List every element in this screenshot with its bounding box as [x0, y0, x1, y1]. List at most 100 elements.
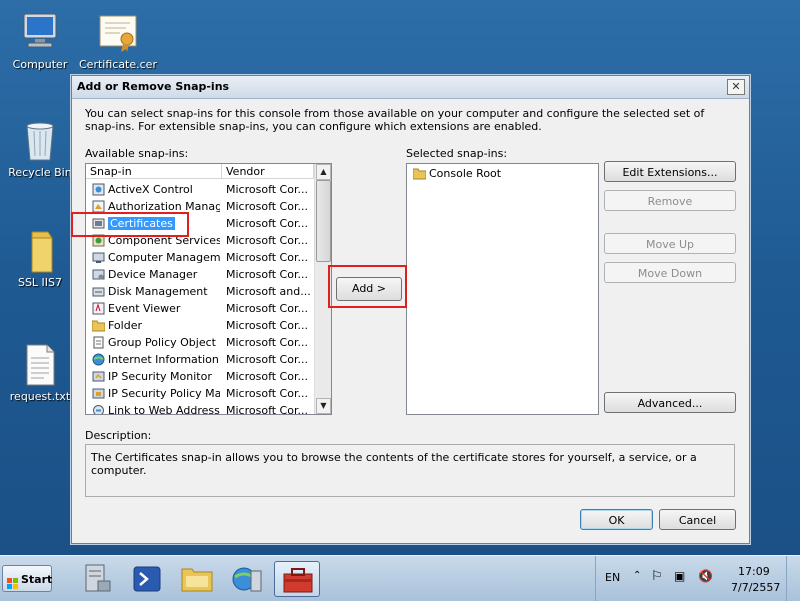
group-policy-icon [92, 336, 105, 349]
snapin-name: IP Security Monitor [108, 368, 220, 385]
snapin-vendor: Microsoft Cor... [226, 319, 308, 332]
desktop-icon-request-txt[interactable]: request.txt [0, 342, 80, 403]
desktop-icon-computer[interactable]: Computer [0, 10, 80, 71]
selected-snapins-label: Selected snap-ins: [406, 147, 508, 160]
selected-snapins-list[interactable]: Console Root [406, 163, 599, 415]
snapin-row[interactable]: Folder Microsoft Cor... [86, 317, 314, 334]
move-up-button[interactable]: Move Up [604, 233, 736, 254]
language-indicator[interactable]: EN [605, 571, 620, 584]
show-hidden-icons-icon[interactable]: ⌃ [633, 570, 641, 581]
snapin-name: Device Manager [108, 266, 220, 283]
move-down-button[interactable]: Move Down [604, 262, 736, 283]
snapin-row[interactable]: Link to Web Address Microsoft Cor... [86, 402, 314, 415]
close-button[interactable]: ✕ [727, 79, 745, 95]
snapin-vendor: Microsoft Cor... [226, 404, 308, 415]
disk-management-icon [92, 285, 105, 298]
activex-control-icon [92, 183, 105, 196]
snapin-vendor: Microsoft Cor... [226, 200, 308, 213]
highlight-add-annotation [328, 265, 407, 308]
snapin-row[interactable]: Event Viewer Microsoft Cor... [86, 300, 314, 317]
powershell-icon [133, 566, 161, 592]
dialog-titlebar[interactable]: Add or Remove Snap-ins ✕ [72, 76, 749, 99]
taskbar-server-manager[interactable] [74, 561, 120, 597]
snapin-row[interactable]: Internet Information... Microsoft Cor... [86, 351, 314, 368]
snapin-row[interactable]: ActiveX Control Microsoft Cor... [86, 181, 314, 198]
taskbar-powershell[interactable] [124, 561, 170, 597]
snapin-vendor: Microsoft Cor... [226, 353, 308, 366]
snapin-vendor: Microsoft Cor... [226, 387, 308, 400]
desktop-icon-label: request.txt [9, 390, 71, 403]
cancel-button[interactable]: Cancel [659, 509, 736, 530]
computer-management-icon [92, 251, 105, 264]
snapin-row[interactable]: IP Security Policy Ma... Microsoft Cor... [86, 385, 314, 402]
action-center-flag-icon[interactable]: ⚐ [651, 569, 663, 584]
clock-date[interactable]: 7/7/2557 [731, 581, 780, 594]
link-to-web-address-icon [92, 404, 105, 414]
snapin-row[interactable]: IP Security Monitor Microsoft Cor... [86, 368, 314, 385]
edit-extensions-button[interactable]: Edit Extensions... [604, 161, 736, 182]
add-remove-snapins-dialog: Add or Remove Snap-ins ✕ You can select … [71, 75, 750, 544]
show-desktop-button[interactable] [786, 556, 800, 601]
folder-icon [412, 167, 427, 180]
snapin-name-text: Folder [108, 319, 142, 332]
start-button[interactable]: Start [2, 565, 52, 592]
snapin-row[interactable]: Computer Managem... Microsoft Cor... [86, 249, 314, 266]
folder-icon [91, 319, 106, 332]
text-file-icon [18, 342, 62, 386]
desktop-icon-recycle-bin[interactable]: Recycle Bin [0, 118, 80, 179]
ok-button[interactable]: OK [580, 509, 653, 530]
snapin-name-text: IP Security Policy Ma... [108, 387, 220, 400]
desktop-icon-certificate[interactable]: Certificate.cer [78, 10, 158, 71]
snapin-name-text: Computer Managem... [108, 251, 220, 264]
snapin-name: ActiveX Control [108, 181, 220, 198]
snapin-name: Link to Web Address [108, 402, 220, 414]
taskbar: Start EN ⌃ ⚐ ▣ 🔇 17:09 7/7/2557 [0, 555, 800, 601]
desktop-icon-label: SSL IIS7 [17, 276, 63, 289]
scroll-up-arrow-icon[interactable]: ▲ [316, 164, 331, 180]
snapin-name-text: Disk Management [108, 285, 208, 298]
folder-icon [18, 228, 62, 273]
snapin-vendor: Microsoft Cor... [226, 336, 308, 349]
snapin-vendor: Microsoft Cor... [226, 183, 308, 196]
column-header-snapin[interactable]: Snap-in [86, 164, 222, 179]
available-snapins-list[interactable]: Snap-in Vendor ActiveX Control Microsoft … [85, 163, 332, 415]
snapin-row[interactable]: Device Manager Microsoft Cor... [86, 266, 314, 283]
scroll-down-arrow-icon[interactable]: ▼ [316, 398, 331, 414]
snapin-name: Group Policy Object ... [108, 334, 220, 351]
snapin-row[interactable]: Disk Management Microsoft and... [86, 283, 314, 300]
selected-item-console-root[interactable]: Console Root [407, 165, 592, 182]
server-manager-icon [85, 564, 111, 592]
taskbar-mmc-console[interactable] [274, 561, 320, 597]
snapin-vendor: Microsoft Cor... [226, 302, 308, 315]
toolbox-icon [283, 568, 313, 593]
snapin-name: Computer Managem... [108, 249, 220, 266]
ip-security-policy-icon [92, 387, 105, 400]
column-header-vendor[interactable]: Vendor [222, 164, 314, 179]
description-box: The Certificates snap-in allows you to b… [85, 444, 735, 497]
advanced-button[interactable]: Advanced... [604, 392, 736, 413]
taskbar-iis-manager[interactable] [224, 561, 270, 597]
volume-muted-icon[interactable]: 🔇 [698, 569, 713, 583]
taskbar-explorer[interactable] [174, 561, 220, 597]
desktop-icon-ssl-iis7[interactable]: SSL IIS7 [0, 228, 80, 289]
available-snapins-label: Available snap-ins: [85, 147, 189, 160]
highlight-certificates-annotation [71, 212, 189, 237]
snapin-name-text: Event Viewer [108, 302, 181, 315]
windows-flag-icon [7, 573, 19, 589]
device-manager-icon [92, 268, 105, 281]
desktop-icon-label: Recycle Bin [8, 166, 72, 179]
remove-button[interactable]: Remove [604, 190, 736, 211]
snapin-vendor: Microsoft Cor... [226, 234, 308, 247]
scroll-thumb[interactable] [316, 180, 331, 262]
close-icon: ✕ [731, 80, 741, 93]
snapin-name-text: ActiveX Control [108, 183, 193, 196]
snapin-row[interactable]: Group Policy Object ... Microsoft Cor... [86, 334, 314, 351]
snapin-name-text: Internet Information... [108, 353, 220, 366]
event-viewer-icon [92, 302, 105, 315]
snapin-name: Internet Information... [108, 351, 220, 368]
explorer-folder-icon [181, 568, 213, 592]
snapin-name-text: Device Manager [108, 268, 198, 281]
network-icon[interactable]: ▣ [674, 569, 685, 583]
clock-time[interactable]: 17:09 [738, 565, 770, 578]
ip-security-monitor-icon [92, 370, 105, 383]
